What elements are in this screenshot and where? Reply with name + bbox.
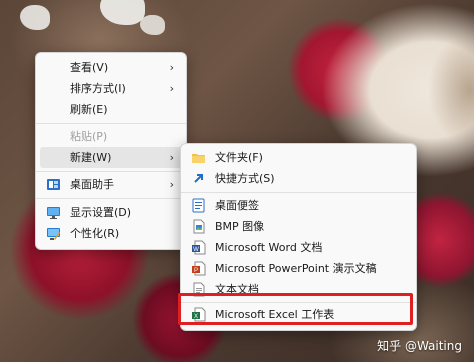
menu-item-label: 显示设置(D) [70, 206, 132, 219]
svg-text:W: W [193, 247, 199, 253]
desktop-context-menu: 查看(V) › 排序方式(I) › 刷新(E) 粘贴(P) 新建(W) › 桌面… [35, 52, 187, 250]
chevron-right-icon: › [169, 151, 174, 164]
menu-item-personalize[interactable]: 个性化(R) [40, 223, 182, 244]
shortcut-icon [191, 171, 206, 186]
desktop-assistant-icon [46, 177, 61, 192]
submenu-item-folder[interactable]: 文件夹(F) [185, 147, 412, 168]
folder-icon [191, 150, 206, 165]
menu-item-new[interactable]: 新建(W) › [40, 147, 182, 168]
flower-decoration [20, 5, 50, 30]
submenu-item-label: BMP 图像 [215, 220, 265, 233]
menu-item-sort[interactable]: 排序方式(I) › [40, 78, 182, 99]
menu-separator [36, 123, 186, 124]
menu-item-label: 新建(W) [70, 151, 112, 164]
menu-item-label: 刷新(E) [70, 103, 108, 116]
menu-item-paste[interactable]: 粘贴(P) [40, 126, 182, 147]
menu-separator [181, 192, 416, 193]
submenu-item-word[interactable]: W Microsoft Word 文档 [185, 237, 412, 258]
menu-item-display-settings[interactable]: 显示设置(D) [40, 202, 182, 223]
submenu-item-label: 快捷方式(S) [215, 172, 275, 185]
word-icon: W [191, 240, 206, 255]
menu-item-desktop-assistant[interactable]: 桌面助手 › [40, 174, 182, 195]
chevron-right-icon: › [169, 61, 174, 74]
menu-item-view[interactable]: 查看(V) › [40, 57, 182, 78]
submenu-item-label: 文件夹(F) [215, 151, 263, 164]
watermark: 知乎 @Waiting [377, 339, 462, 353]
submenu-item-powerpoint[interactable]: P Microsoft PowerPoint 演示文稿 [185, 258, 412, 279]
submenu-item-bmp-image[interactable]: BMP 图像 [185, 216, 412, 237]
display-settings-icon [46, 205, 61, 220]
personalize-icon [46, 226, 61, 241]
svg-text:P: P [194, 268, 198, 274]
menu-item-label: 粘贴(P) [70, 130, 108, 143]
chevron-right-icon: › [169, 82, 174, 95]
submenu-item-label: Microsoft Word 文档 [215, 241, 323, 254]
bmp-image-icon [191, 219, 206, 234]
menu-item-label: 排序方式(I) [70, 82, 126, 95]
menu-item-label: 桌面助手 [70, 178, 114, 191]
powerpoint-icon: P [191, 261, 206, 276]
menu-separator [36, 171, 186, 172]
flower-decoration [140, 15, 165, 35]
submenu-item-label: Microsoft PowerPoint 演示文稿 [215, 262, 377, 275]
menu-separator [36, 198, 186, 199]
menu-item-refresh[interactable]: 刷新(E) [40, 99, 182, 120]
menu-item-label: 个性化(R) [70, 227, 120, 240]
submenu-item-label: 桌面便签 [215, 199, 259, 212]
submenu-item-sticky-note[interactable]: 桌面便签 [185, 195, 412, 216]
menu-item-label: 查看(V) [70, 61, 109, 74]
chevron-right-icon: › [169, 178, 174, 191]
sticky-note-icon [191, 198, 206, 213]
submenu-item-shortcut[interactable]: 快捷方式(S) [185, 168, 412, 189]
highlight-box [178, 293, 413, 325]
